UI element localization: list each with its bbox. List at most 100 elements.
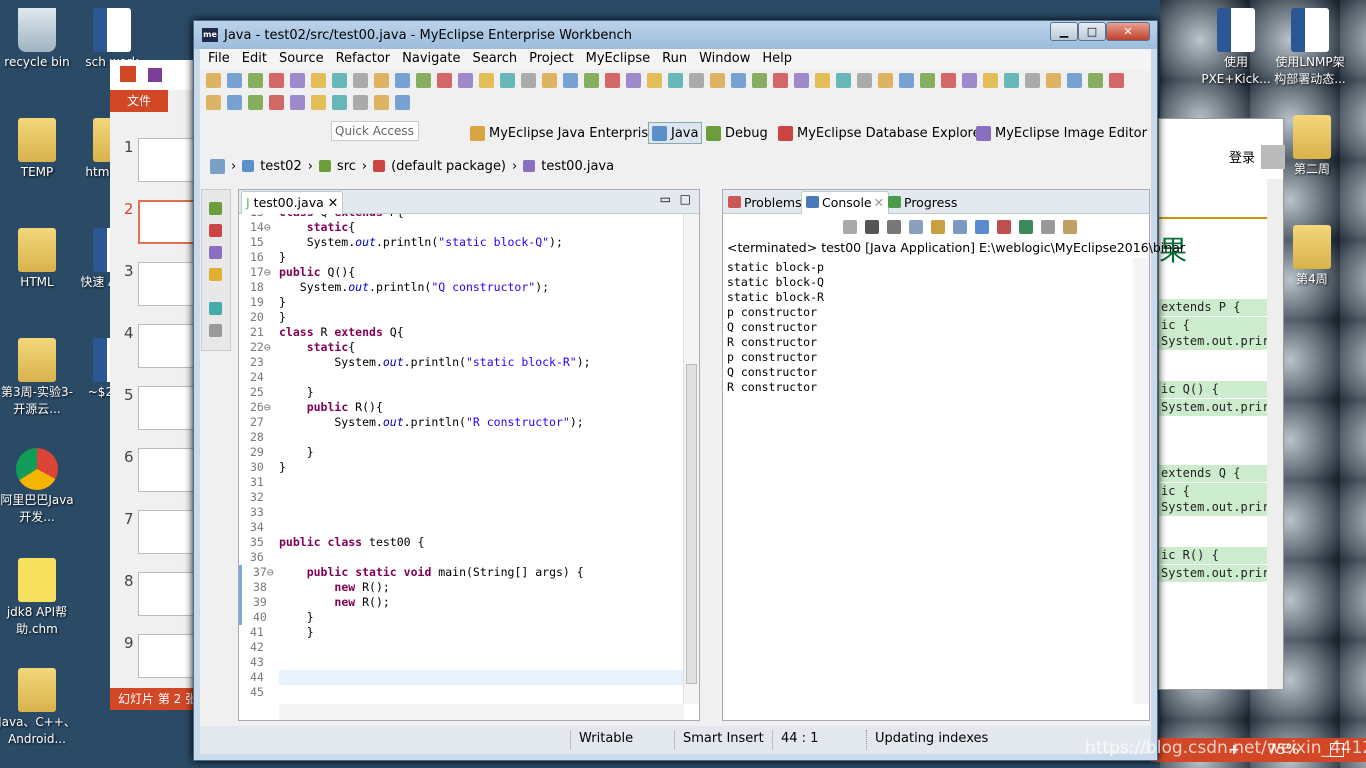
slide-thumbnail[interactable] xyxy=(138,386,196,430)
java-editor[interactable]: J test00.java ✕ ▭□ 13class Q extends P{1… xyxy=(238,189,700,721)
vertical-scrollbar[interactable] xyxy=(683,214,699,704)
toolbar-button-icon[interactable] xyxy=(731,72,746,88)
maximize-view-icon[interactable]: □ xyxy=(680,192,691,206)
menu-file[interactable]: File xyxy=(202,49,236,69)
quick-access-input[interactable]: Quick Access xyxy=(331,121,419,141)
toolbar-button-icon[interactable] xyxy=(395,72,410,88)
perspective-myeclipse-database-explorer[interactable]: MyEclipse Database Explorer xyxy=(778,122,986,144)
view-icon[interactable] xyxy=(209,224,222,237)
toolbar-button-icon[interactable] xyxy=(437,72,452,88)
toolbar-button-icon[interactable] xyxy=(920,72,935,88)
breadcrumb-item[interactable]: test00.java xyxy=(541,159,614,174)
tab-progress[interactable]: Progress xyxy=(883,191,962,214)
close-button[interactable]: ✕ xyxy=(1106,22,1150,41)
word-wrap-icon[interactable] xyxy=(953,220,967,234)
toolbar-button-icon[interactable] xyxy=(290,72,305,88)
perspective-myeclipse-image-editor[interactable]: MyEclipse Image Editor xyxy=(976,122,1147,144)
toolbar-button-icon[interactable] xyxy=(227,72,242,88)
horizontal-scrollbar[interactable] xyxy=(279,704,684,720)
toolbar-button-icon[interactable] xyxy=(353,94,368,110)
desktop-icon[interactable]: 第二周 xyxy=(1272,115,1352,178)
menu-refactor[interactable]: Refactor xyxy=(330,49,397,69)
toolbar-button-icon[interactable] xyxy=(374,94,389,110)
toolbar-button-icon[interactable] xyxy=(332,72,347,88)
toolbar-button-icon[interactable] xyxy=(353,72,368,88)
toolbar-button-icon[interactable] xyxy=(752,72,767,88)
toolbar-button-icon[interactable] xyxy=(1109,72,1124,88)
pin-console-icon[interactable] xyxy=(1019,220,1033,234)
remove-launch-icon[interactable] xyxy=(865,220,879,234)
toolbar-button-icon[interactable] xyxy=(815,72,830,88)
toolbar-button-icon[interactable] xyxy=(1067,72,1082,88)
toolbar-button-icon[interactable] xyxy=(563,72,578,88)
desktop-icon[interactable]: Java、C++、Android... xyxy=(0,668,77,748)
tab-problems[interactable]: Problems xyxy=(723,191,807,214)
menu-myeclipse[interactable]: MyEclipse xyxy=(580,49,657,69)
remove-all-icon[interactable] xyxy=(887,220,901,234)
toolbar-button-icon[interactable] xyxy=(269,94,284,110)
toolbar-button-icon[interactable] xyxy=(773,72,788,88)
perspective-myeclipse-java-enterprise[interactable]: MyEclipse Java Enterprise xyxy=(470,122,656,144)
view-icon[interactable] xyxy=(209,246,222,259)
code-area[interactable]: 13class Q extends P{14⊖ static{15 System… xyxy=(239,214,684,704)
slide-thumbnail[interactable] xyxy=(138,200,196,244)
toolbar-button-icon[interactable] xyxy=(857,72,872,88)
toolbar-button-icon[interactable] xyxy=(794,72,809,88)
breadcrumb-item[interactable]: (default package) xyxy=(391,159,506,174)
toolbar-button-icon[interactable] xyxy=(269,72,284,88)
toolbar-button-icon[interactable] xyxy=(878,72,893,88)
desktop-icon[interactable]: 使用LNMP架构部署动态... xyxy=(1270,8,1350,88)
toolbar-button-icon[interactable] xyxy=(332,94,347,110)
maximize-button[interactable]: □ xyxy=(1078,22,1106,41)
menu-search[interactable]: Search xyxy=(466,49,523,69)
toolbar-button-icon[interactable] xyxy=(395,94,410,110)
toolbar-button-icon[interactable] xyxy=(710,72,725,88)
desktop-icon[interactable]: HTML xyxy=(0,228,77,291)
clear-console-icon[interactable] xyxy=(909,220,923,234)
toolbar-button-icon[interactable] xyxy=(962,72,977,88)
desktop-icon[interactable]: 阿里巴巴Java开发... xyxy=(0,448,77,526)
toolbar-button-icon[interactable] xyxy=(248,94,263,110)
console-view[interactable]: Problems Console ✕ Progress <terminated> te… xyxy=(722,189,1185,721)
desktop-icon[interactable]: 第3周-实验3-开源云... xyxy=(0,338,77,418)
toolbar-button-icon[interactable] xyxy=(416,72,431,88)
menu-run[interactable]: Run xyxy=(656,49,693,69)
toolbar-button-icon[interactable] xyxy=(290,94,305,110)
toolbar-button-icon[interactable] xyxy=(626,72,641,88)
login-link[interactable]: 登录 xyxy=(1229,147,1255,166)
show-on-stderr-icon[interactable] xyxy=(997,220,1011,234)
toolbar-button-icon[interactable] xyxy=(248,72,263,88)
close-icon[interactable]: ✕ xyxy=(328,195,338,210)
view-icon[interactable] xyxy=(209,324,222,337)
project-explorer-icon[interactable] xyxy=(210,158,225,174)
toolbar-button-icon[interactable] xyxy=(1004,72,1019,88)
toolbar-button-icon[interactable] xyxy=(1088,72,1103,88)
menu-edit[interactable]: Edit xyxy=(236,49,273,69)
scroll-lock-icon[interactable] xyxy=(931,220,945,234)
view-icon[interactable] xyxy=(209,302,222,315)
minimized-views-strip[interactable] xyxy=(201,189,231,351)
desktop-icon[interactable]: TEMP xyxy=(0,118,77,181)
toolbar-button-icon[interactable] xyxy=(941,72,956,88)
desktop-icon[interactable]: 使用PXE+Kick... xyxy=(1196,8,1276,88)
toolbar-button-icon[interactable] xyxy=(374,72,389,88)
toolbar-button-icon[interactable] xyxy=(605,72,620,88)
toolbar-button-icon[interactable] xyxy=(206,94,221,110)
slide-thumbnail[interactable] xyxy=(138,634,196,678)
slide-thumbnail[interactable] xyxy=(138,448,196,492)
view-icon[interactable] xyxy=(209,202,222,215)
browser-window[interactable]: 登录 果 extends P {ic {System.out.prir ic Q(… xyxy=(1158,118,1285,690)
desktop-icon[interactable]: 第4周 xyxy=(1272,225,1352,288)
toolbar-button-icon[interactable] xyxy=(899,72,914,88)
minimize-button[interactable]: ▁ xyxy=(1050,22,1078,41)
slide-thumbnail[interactable] xyxy=(138,138,196,182)
toolbar-button-icon[interactable] xyxy=(542,72,557,88)
show-on-stdout-icon[interactable] xyxy=(975,220,989,234)
tab-console[interactable]: Console ✕ xyxy=(801,191,890,214)
toolbar-button-icon[interactable] xyxy=(1046,72,1061,88)
desktop-icon[interactable]: jdk8 API帮助.chm xyxy=(0,558,77,638)
slide-thumbnail[interactable] xyxy=(138,262,196,306)
toolbar-button-icon[interactable] xyxy=(647,72,662,88)
menu-source[interactable]: Source xyxy=(273,49,330,69)
tab-test00-java[interactable]: J test00.java ✕ xyxy=(241,191,344,214)
